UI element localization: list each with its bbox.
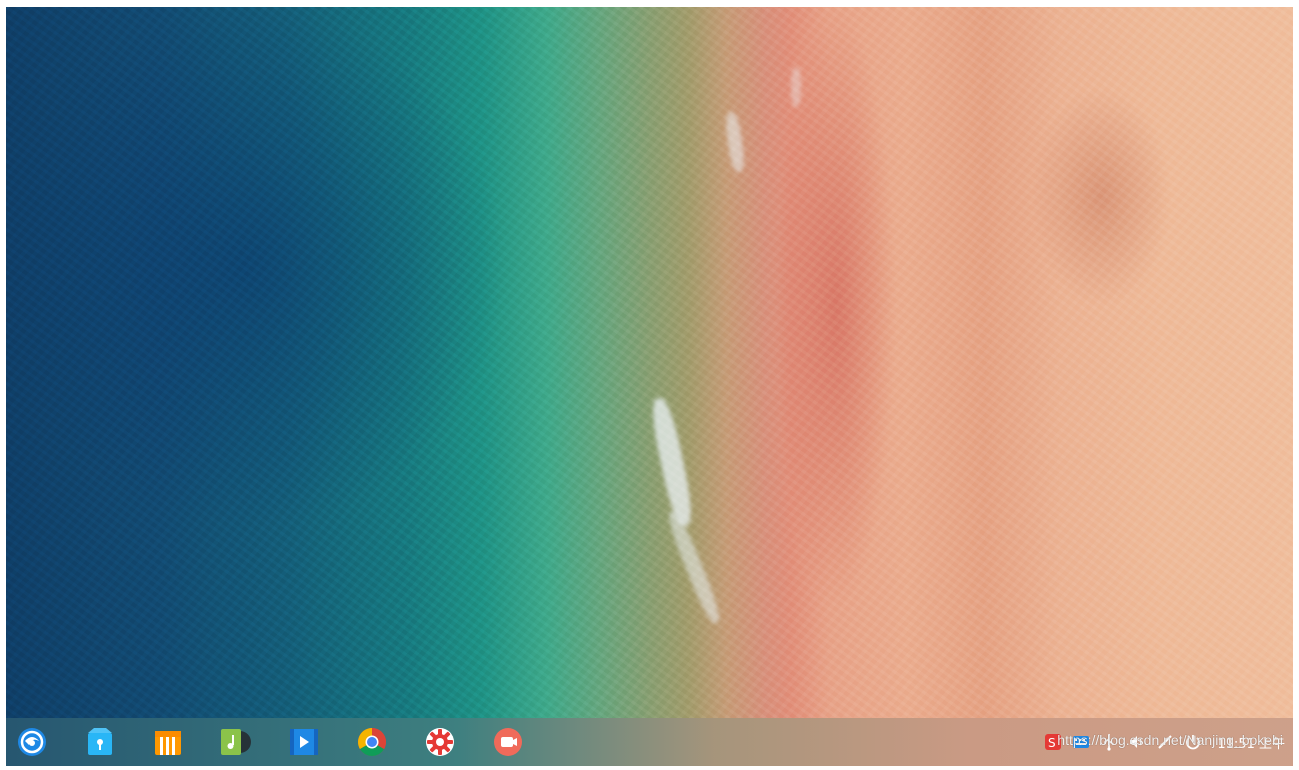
taskbar: S 11:51 上午 https://blog.csdn.net/Nanjing… [6,718,1293,766]
desktop-wallpaper[interactable] [6,7,1293,718]
usb-icon[interactable] [1099,732,1119,752]
pen-icon[interactable] [1155,732,1175,752]
input-method-icon[interactable]: S [1043,732,1063,752]
app-store-button[interactable] [84,726,116,758]
screen-recorder-button[interactable] [492,726,524,758]
clock[interactable]: 11:51 上午 [1217,733,1285,752]
keyboard-icon[interactable] [1071,732,1091,752]
music-icon [221,729,251,755]
app-store-icon [88,728,112,755]
chrome-button[interactable] [356,726,388,758]
wallpaper-texture [6,7,1293,718]
volume-icon[interactable] [1127,732,1147,752]
chrome-icon [358,728,386,756]
archive-icon [155,731,181,755]
power-icon[interactable] [1183,732,1203,752]
video-button[interactable] [288,726,320,758]
system-tray: S 11:51 上午 [1043,730,1285,754]
music-button[interactable] [220,726,252,758]
svg-text:S: S [1048,736,1056,750]
archive-manager-button[interactable] [152,726,184,758]
launcher-button[interactable] [16,726,48,758]
record-icon [494,728,522,756]
settings-button[interactable] [424,726,456,758]
gear-icon [426,728,454,756]
video-icon [290,729,318,755]
deepin-launcher-icon [18,728,46,756]
